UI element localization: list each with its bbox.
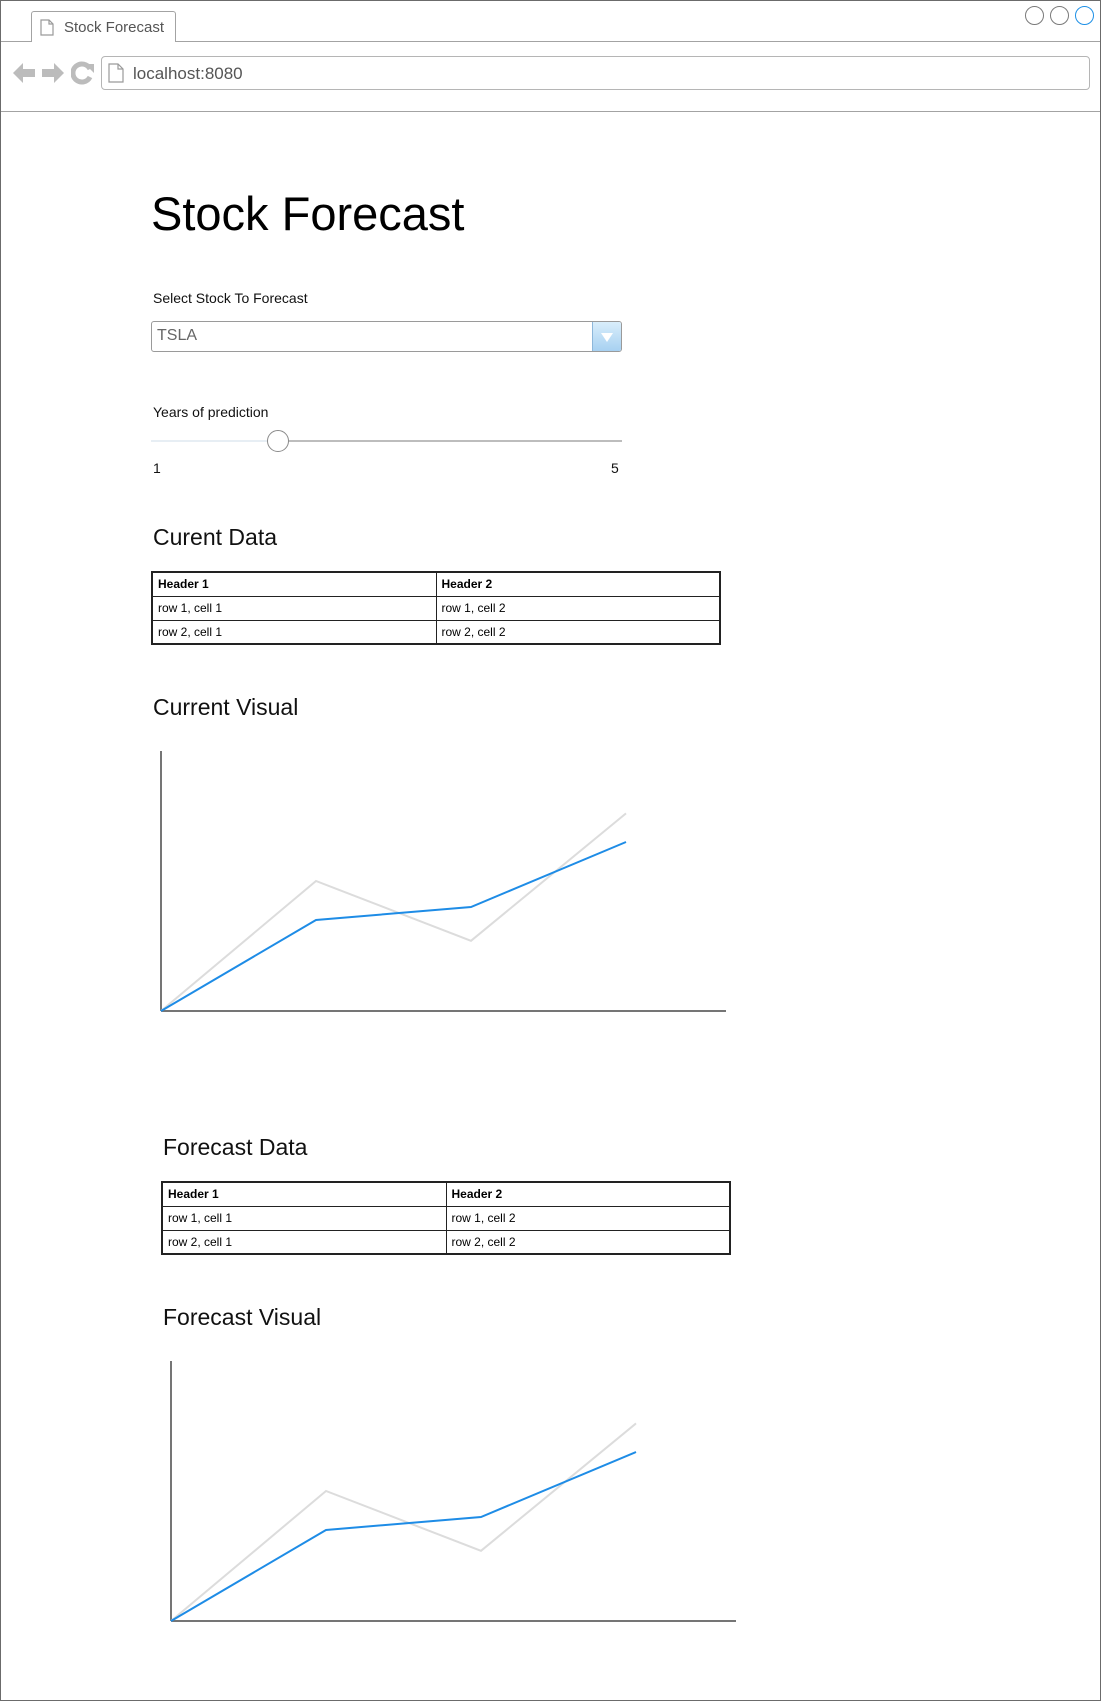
browser-tab[interactable]: Stock Forecast (31, 11, 176, 42)
table-cell: row 1, cell 2 (445, 1205, 731, 1231)
forward-arrow-icon[interactable] (40, 61, 66, 90)
stock-select[interactable]: TSLA (151, 321, 622, 352)
maximize-button[interactable] (1050, 6, 1069, 25)
table-row: row 1, cell 1 row 1, cell 2 (161, 1205, 731, 1231)
current-data-table: Header 1 Header 2 row 1, cell 1 row 1, c… (151, 571, 721, 645)
table-row: row 2, cell 1 row 2, cell 2 (161, 1229, 731, 1255)
table-cell: row 1, cell 2 (435, 595, 721, 621)
table-header-cell: Header 1 (151, 571, 437, 597)
table-header-row: Header 1 Header 2 (151, 571, 721, 597)
back-arrow-icon[interactable] (11, 61, 37, 90)
minimize-button[interactable] (1025, 6, 1044, 25)
table-cell: row 1, cell 1 (151, 595, 437, 621)
series-line-1 (170, 1422, 637, 1622)
table-header-cell: Header 1 (161, 1181, 447, 1207)
slider-min-label: 1 (153, 460, 161, 476)
table-cell: row 2, cell 2 (445, 1229, 731, 1255)
table-header-row: Header 1 Header 2 (161, 1181, 731, 1207)
reload-icon[interactable] (70, 61, 95, 90)
current-data-title: Curent Data (153, 524, 278, 550)
current-visual-title: Current Visual (153, 694, 299, 720)
browser-window: Stock Forecast localhost:8080 Stock Fore… (0, 0, 1101, 1701)
years-slider-label: Years of prediction (153, 404, 269, 420)
series-line-1 (160, 812, 627, 1012)
table-row: row 1, cell 1 row 1, cell 2 (151, 595, 721, 621)
forecast-data-title: Forecast Data (163, 1134, 308, 1160)
table-cell: row 2, cell 1 (151, 619, 437, 645)
stock-select-value: TSLA (157, 327, 198, 344)
page-icon (108, 63, 124, 88)
forecast-visual-title: Forecast Visual (163, 1304, 322, 1330)
series-line-2 (170, 1451, 637, 1622)
address-bar[interactable]: localhost:8080 (101, 56, 1090, 90)
table-row: row 2, cell 1 row 2, cell 2 (151, 619, 721, 645)
browser-chrome: Stock Forecast localhost:8080 (1, 1, 1100, 112)
table-header-cell: Header 2 (445, 1181, 731, 1207)
chevron-down-icon[interactable] (592, 322, 621, 351)
years-slider-thumb[interactable] (267, 430, 290, 452)
years-slider-fill (151, 440, 279, 442)
table-cell: row 1, cell 1 (161, 1205, 447, 1231)
series-line-2 (160, 841, 627, 1012)
table-cell: row 2, cell 1 (161, 1229, 447, 1255)
forecast-data-table: Header 1 Header 2 row 1, cell 1 row 1, c… (161, 1181, 731, 1255)
current-visual-chart (160, 751, 726, 1012)
slider-max-label: 5 (611, 460, 619, 476)
close-button[interactable] (1075, 6, 1094, 25)
table-cell: row 2, cell 2 (435, 619, 721, 645)
page-icon (40, 19, 54, 41)
stock-select-label: Select Stock To Forecast (153, 290, 308, 306)
tab-title: Stock Forecast (64, 19, 165, 36)
table-header-cell: Header 2 (435, 571, 721, 597)
page-title: Stock Forecast (151, 187, 465, 240)
url-text[interactable]: localhost:8080 (133, 64, 243, 84)
forecast-visual-chart (170, 1361, 736, 1622)
